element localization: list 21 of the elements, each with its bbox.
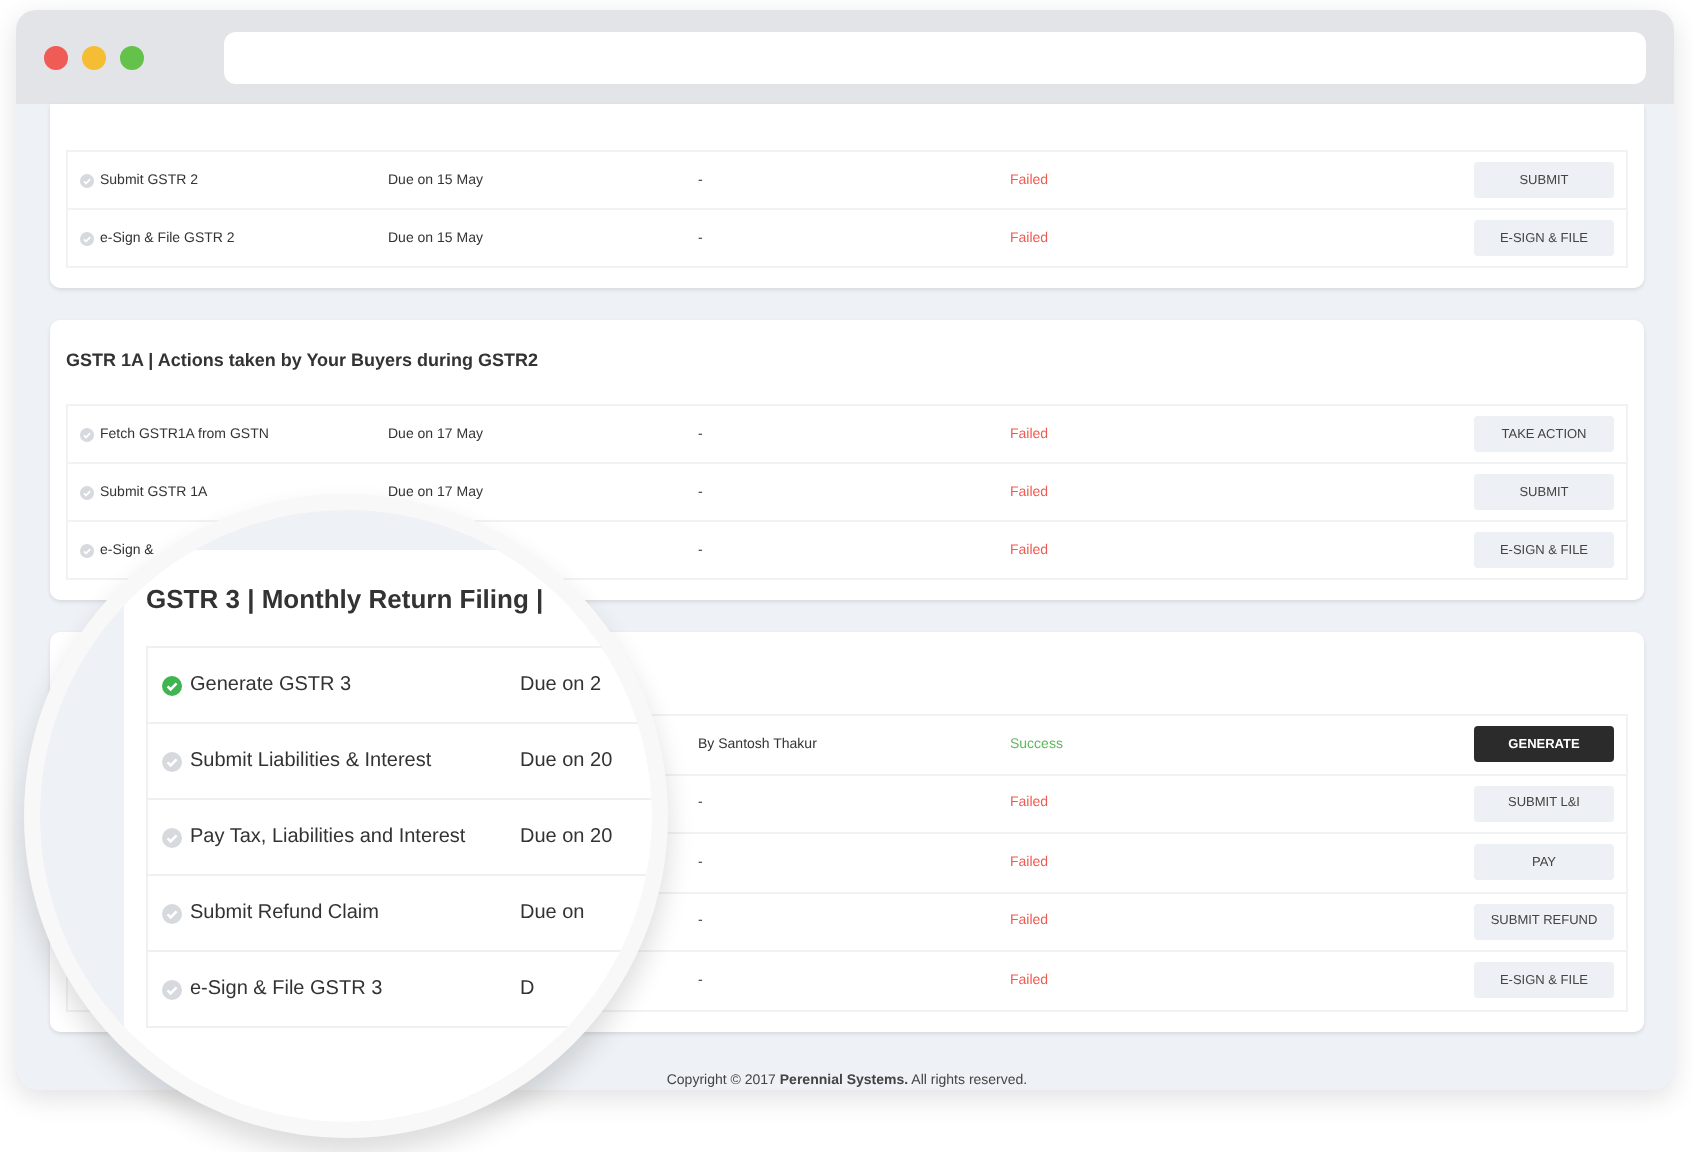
due-date: Due on 20 xyxy=(520,826,613,848)
due-date: Due on 2 xyxy=(520,674,602,696)
check-circle-icon xyxy=(80,485,94,499)
task-name: Generate GSTR 3 xyxy=(190,674,354,696)
close-window-icon[interactable] xyxy=(44,45,68,69)
task-name: Submit Refund Claim xyxy=(190,902,381,924)
due-date: Due on 20 xyxy=(520,750,613,772)
due-date: D xyxy=(520,978,535,1000)
address-bar[interactable] xyxy=(223,31,1646,83)
section-title: GSTR 3 | Monthly Return Filing | xyxy=(146,582,546,618)
due-date: Due on xyxy=(520,902,585,924)
task-name: Pay Tax, Liabilities and Interest xyxy=(190,826,468,848)
check-circle-icon xyxy=(80,427,94,441)
check-circle-icon xyxy=(80,543,94,557)
minimize-window-icon[interactable] xyxy=(81,45,106,69)
task-name: Submit Liabilities & Interest xyxy=(190,750,434,772)
check-circle-icon xyxy=(80,231,94,245)
section-title: GSTR 1A | Actions taken by Your Buyers during GSTR2 xyxy=(66,348,541,374)
maximize-window-icon[interactable] xyxy=(119,45,144,69)
check-circle-icon xyxy=(80,173,94,187)
task-name: e-Sign & File GSTR 3 xyxy=(190,978,385,1000)
